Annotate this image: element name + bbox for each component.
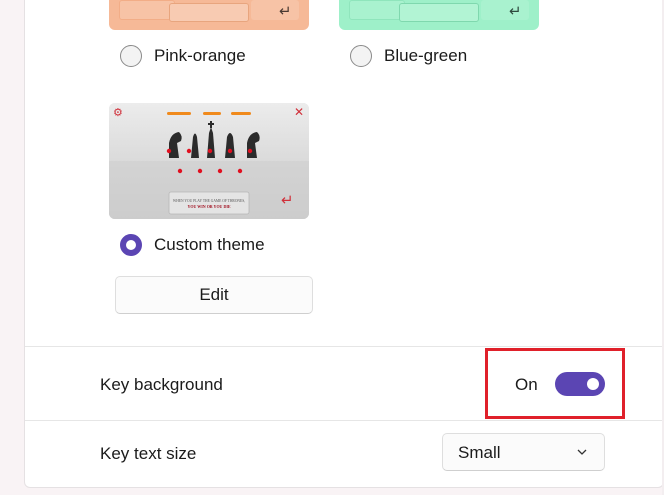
edit-button[interactable]: Edit [115,276,313,314]
radio-label: Custom theme [154,235,265,254]
theme-thumbnail-blue-green[interactable]: ↵ [339,0,539,30]
thumbnail-key-left [349,0,405,20]
radio-label: Blue-green [384,46,468,65]
radio-pink-orange[interactable]: Pink-orange [120,45,246,67]
thumbnail-key-right [481,0,529,20]
key-text-size-label: Key text size [100,444,197,463]
key-text-size-dropdown[interactable]: Small [442,433,605,471]
custom-theme-artwork: WHEN YOU PLAY THE GAME OF THRONES, YOU W… [109,103,309,219]
chevron-down-icon [577,449,587,455]
radio-blue-green[interactable]: Blue-green [350,45,467,67]
radio-label: Pink-orange [154,46,246,65]
close-icon: ✕ [294,105,305,119]
dropdown-value: Small [458,443,501,462]
theme-thumbnail-custom[interactable]: WHEN YOU PLAY THE GAME OF THRONES, YOU W… [109,103,309,219]
enter-icon: ↵ [281,191,294,209]
enter-icon: ↵ [509,2,522,20]
divider [25,346,663,347]
radio-button[interactable] [120,45,142,67]
radio-button[interactable] [350,45,372,67]
highlight-box [485,348,625,419]
enter-icon: ↵ [279,2,292,20]
divider [25,420,663,421]
thumbnail-key-left [119,0,175,20]
radio-button[interactable] [120,234,142,256]
caption-line-2: YOU WIN OR YOU DIE [187,204,230,209]
theme-thumbnail-pink-orange[interactable]: ↵ [109,0,309,30]
thumbnail-spacebar [399,3,479,22]
thumbnail-spacebar [169,3,249,22]
thumbnail-key-right [251,0,299,20]
gear-icon: ⚙ [113,106,123,119]
radio-custom-theme[interactable]: Custom theme [120,234,265,256]
key-background-label: Key background [100,375,223,394]
